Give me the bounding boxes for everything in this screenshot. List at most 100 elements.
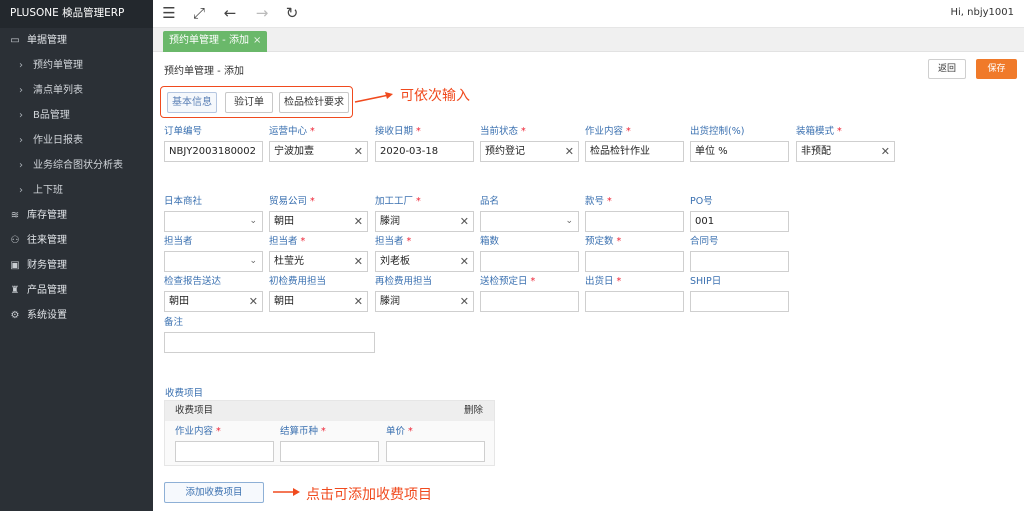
tab-basic-info[interactable]: 基本信息 — [167, 92, 217, 113]
menu-products[interactable]: ♜ 产品管理 — [0, 278, 153, 303]
back-button[interactable]: 返回 — [928, 59, 966, 79]
submenu-reservation[interactable]: › 预约单管理 — [0, 53, 153, 78]
menu-finance[interactable]: ▣ 财务管理 — [0, 253, 153, 278]
field-input[interactable]: 滕润 ✕ — [375, 291, 474, 312]
clear-icon[interactable]: ✕ — [354, 292, 363, 311]
field-input[interactable] — [585, 291, 684, 312]
field-input[interactable]: 宁波加壹 ✕ — [269, 141, 368, 162]
field-label: 当前状态 * — [480, 125, 579, 139]
field-input[interactable] — [480, 251, 579, 272]
tab-label: 预约单管理 - 添加 — [169, 35, 249, 46]
fee-price-input[interactable] — [386, 441, 485, 462]
field-input[interactable] — [690, 251, 789, 272]
submenu-attendance[interactable]: › 上下班 — [0, 178, 153, 203]
chevron-down-icon[interactable]: ⌄ — [565, 212, 573, 231]
field-input[interactable]: 2020-03-18 — [375, 141, 474, 162]
remark-input[interactable] — [164, 332, 375, 353]
fees-delete-label: 删除 — [463, 405, 483, 416]
field-input[interactable]: 杜莹光 ✕ — [269, 251, 368, 272]
field-select[interactable]: ⌄ — [164, 251, 263, 272]
fees-header-label: 收费项目 — [175, 405, 214, 416]
menu-contacts[interactable]: ⚇ 往来管理 — [0, 228, 153, 253]
field-input[interactable] — [690, 291, 789, 312]
clear-icon[interactable]: ✕ — [881, 142, 890, 161]
field-label-text: 日本商社 — [164, 196, 203, 207]
chevron-down-icon[interactable]: ⌄ — [249, 252, 257, 271]
product-icon: ♜ — [10, 285, 20, 296]
field-input[interactable]: 朝田 ✕ — [269, 291, 368, 312]
submenu-analysis[interactable]: › 业务综合图状分析表 — [0, 153, 153, 178]
field-input[interactable] — [585, 211, 684, 232]
field-label-text: 当前状态 — [480, 126, 519, 137]
database-icon: ≋ — [10, 210, 20, 221]
clear-icon[interactable]: ✕ — [249, 292, 258, 311]
field-input[interactable]: 刘老板 ✕ — [375, 251, 474, 272]
refresh-icon[interactable]: ↻ — [282, 3, 302, 23]
field-value: 滕润 — [380, 216, 400, 227]
field-label-text: 送检预定日 — [480, 276, 528, 287]
save-button[interactable]: 保存 — [976, 59, 1017, 79]
fee-currency-input[interactable] — [280, 441, 379, 462]
app-brand: PLUSONE 検品管理ERP — [0, 0, 153, 28]
submenu-b-goods[interactable]: › B品管理 — [0, 103, 153, 128]
clear-icon[interactable]: ✕ — [460, 292, 469, 311]
fee-field-currency: 结算币种 * — [280, 425, 379, 462]
form-field: 再检费用担当 滕润 ✕ — [375, 275, 474, 312]
field-label: 预定数 * — [585, 235, 684, 249]
required-mark: * — [616, 276, 622, 287]
back-arrow-icon[interactable]: ← — [220, 3, 240, 23]
field-input[interactable]: 预约登记 ✕ — [480, 141, 579, 162]
field-remark: 备注 — [164, 316, 375, 353]
clear-icon[interactable]: ✕ — [354, 142, 363, 161]
field-input[interactable]: NBJY2003180002 — [164, 141, 263, 162]
user-greeting[interactable]: Hi, nbjy1001 — [951, 7, 1015, 18]
clear-icon[interactable]: ✕ — [565, 142, 574, 161]
field-label: 箱数 — [480, 235, 579, 249]
menu-inventory[interactable]: ≋ 库存管理 — [0, 203, 153, 228]
field-input[interactable] — [585, 251, 684, 272]
field-input[interactable]: 朝田 ✕ — [269, 211, 368, 232]
field-value: 单位 % — [695, 146, 728, 157]
expand-icon[interactable]: ⤢ — [189, 3, 209, 23]
field-input[interactable] — [480, 291, 579, 312]
menu-toggle-icon[interactable]: ☰ — [159, 3, 179, 23]
clear-icon[interactable]: ✕ — [460, 252, 469, 271]
field-select[interactable]: ⌄ — [164, 211, 263, 232]
chevron-down-icon[interactable]: ⌄ — [249, 212, 257, 231]
clear-icon[interactable]: ✕ — [354, 212, 363, 231]
menu-document-management[interactable]: ▭ 单据管理 — [0, 28, 153, 53]
field-input[interactable]: 非预配 ✕ — [796, 141, 895, 162]
main-content: 预约单管理 - 添加 返回 保存 基本信息 验订单 检品检针要求 可依次输入 订… — [153, 52, 1024, 511]
fee-label: 单价 — [386, 426, 406, 437]
required-mark: * — [626, 126, 631, 137]
add-fee-button[interactable]: 添加收费项目 — [164, 482, 264, 503]
tab-inspection-requirements[interactable]: 检品检针要求 — [279, 92, 349, 113]
clear-icon[interactable]: ✕ — [354, 252, 363, 271]
tab-reservation-add[interactable]: 预约单管理 - 添加 × — [163, 31, 268, 52]
field-input[interactable]: 单位 % — [690, 141, 789, 162]
submenu-count-list[interactable]: › 清点单列表 — [0, 78, 153, 103]
field-input[interactable]: 001 — [690, 211, 789, 232]
field-label: 品名 — [480, 195, 579, 209]
field-select[interactable]: ⌄ — [480, 211, 579, 232]
breadcrumb: 预约单管理 - 添加 — [164, 66, 244, 77]
field-input[interactable]: 滕润 ✕ — [375, 211, 474, 232]
form-field: 合同号 — [690, 235, 789, 272]
menu-settings[interactable]: ⚙ 系统设置 — [0, 303, 153, 328]
forward-arrow-icon[interactable]: → — [252, 3, 272, 23]
submenu-daily-report[interactable]: › 作业日报表 — [0, 128, 153, 153]
chevron-right-icon: › — [19, 60, 23, 71]
tab-check-order[interactable]: 验订单 — [225, 92, 273, 113]
required-mark: * — [300, 236, 306, 247]
field-label-text: 箱数 — [480, 236, 500, 247]
field-input[interactable]: 检品检针作业 — [585, 141, 684, 162]
field-value: 预约登记 — [485, 146, 525, 157]
field-label-text: 作业内容 — [585, 126, 624, 137]
form-field: 预定数 * — [585, 235, 684, 272]
field-input[interactable]: 朝田 ✕ — [164, 291, 263, 312]
fee-content-input[interactable] — [175, 441, 274, 462]
clear-icon[interactable]: ✕ — [460, 212, 469, 231]
field-label-text: 贸易公司 — [269, 196, 308, 207]
close-icon[interactable]: × — [253, 31, 261, 51]
field-value: 朝田 — [274, 216, 294, 227]
